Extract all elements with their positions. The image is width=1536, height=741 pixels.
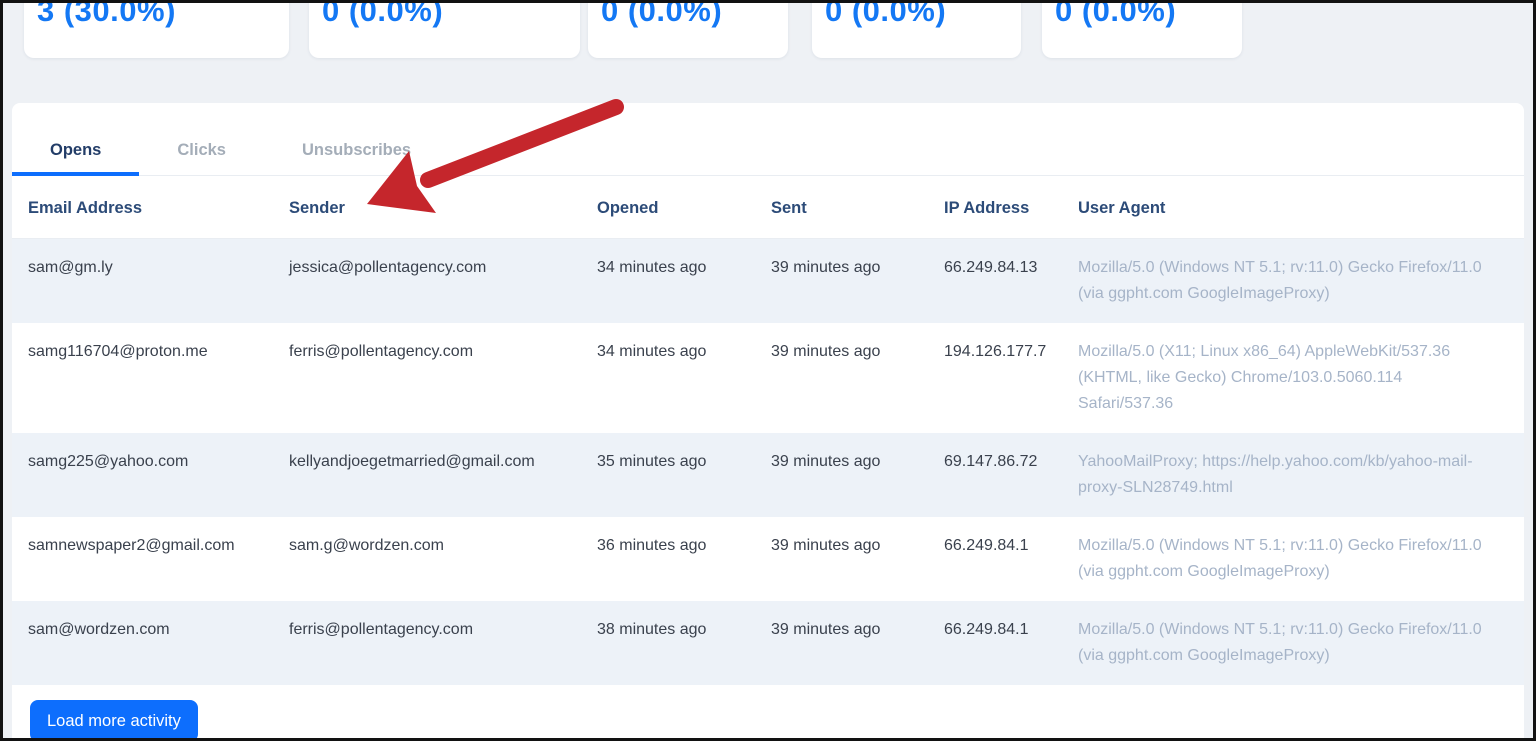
stat-card: 0 (0.0%) — [1042, 0, 1242, 58]
cell-ip: 69.147.86.72 — [944, 453, 1038, 470]
table-row: sam@gm.ly jessica@pollentagency.com 34 m… — [12, 239, 1524, 323]
cell-opened: 35 minutes ago — [597, 453, 707, 470]
cell-sender: kellyandjoegetmarried@gmail.com — [289, 453, 535, 470]
table-body: sam@gm.ly jessica@pollentagency.com 34 m… — [12, 239, 1524, 685]
cell-user-agent: Mozilla/5.0 (Windows NT 5.1; rv:11.0) Ge… — [1078, 537, 1482, 580]
cell-email: sam@gm.ly — [28, 259, 113, 276]
th-email-address: Email Address — [28, 199, 143, 217]
cell-sender: ferris@pollentagency.com — [289, 621, 474, 638]
cell-opened: 34 minutes ago — [597, 259, 707, 276]
activity-tabs: Opens Clicks Unsubscribes — [12, 103, 1524, 176]
cell-user-agent: Mozilla/5.0 (Windows NT 5.1; rv:11.0) Ge… — [1078, 259, 1482, 302]
stat-value: 0 (0.0%) — [1055, 0, 1177, 28]
activity-panel: Opens Clicks Unsubscribes Email Address … — [12, 103, 1524, 741]
stat-value: 0 (0.0%) — [825, 0, 947, 28]
table-row: sam@wordzen.com ferris@pollentagency.com… — [12, 601, 1524, 685]
cell-sent: 39 minutes ago — [771, 343, 881, 360]
cell-email: samg225@yahoo.com — [28, 453, 189, 470]
cell-email: samg116704@proton.me — [28, 343, 208, 360]
cell-sender: ferris@pollentagency.com — [289, 343, 474, 360]
tab-opens[interactable]: Opens — [12, 129, 140, 176]
cell-ip: 66.249.84.1 — [944, 621, 1029, 638]
stat-value: 0 (0.0%) — [601, 0, 723, 28]
tab-unsubscribes[interactable]: Unsubscribes — [264, 129, 449, 175]
stat-card: 3 (30.0%) — [24, 0, 289, 58]
cell-email: samnewspaper2@gmail.com — [28, 537, 235, 554]
cell-ip: 194.126.177.7 — [944, 343, 1047, 360]
cell-ip: 66.249.84.13 — [944, 259, 1038, 276]
cell-user-agent: Mozilla/5.0 (X11; Linux x86_64) AppleWeb… — [1078, 343, 1451, 412]
table-header-row: Email Address Sender Opened Sent IP Addr… — [12, 176, 1524, 239]
cell-sent: 39 minutes ago — [771, 259, 881, 276]
activity-table: Email Address Sender Opened Sent IP Addr… — [12, 176, 1524, 685]
th-sent: Sent — [771, 199, 807, 217]
th-ip-address: IP Address — [944, 199, 1030, 217]
cell-opened: 38 minutes ago — [597, 621, 707, 638]
cell-user-agent: Mozilla/5.0 (Windows NT 5.1; rv:11.0) Ge… — [1078, 621, 1482, 664]
cell-sent: 39 minutes ago — [771, 621, 881, 638]
th-user-agent: User Agent — [1078, 199, 1166, 217]
cell-sender: jessica@pollentagency.com — [289, 259, 487, 276]
cell-email: sam@wordzen.com — [28, 621, 170, 638]
cell-ip: 66.249.84.1 — [944, 537, 1029, 554]
cell-user-agent: YahooMailProxy; https://help.yahoo.com/k… — [1078, 453, 1473, 496]
table-row: samnewspaper2@gmail.com sam.g@wordzen.co… — [12, 517, 1524, 601]
page: 3 (30.0%) 0 (0.0%) 0 (0.0%) 0 (0.0%) 0 (… — [0, 0, 1536, 741]
stat-card: 0 (0.0%) — [309, 0, 580, 58]
cell-opened: 36 minutes ago — [597, 537, 707, 554]
th-sender: Sender — [289, 199, 345, 217]
th-opened: Opened — [597, 199, 659, 217]
cell-sent: 39 minutes ago — [771, 453, 881, 470]
table-row: samg225@yahoo.com kellyandjoegetmarried@… — [12, 433, 1524, 517]
tab-clicks[interactable]: Clicks — [139, 129, 264, 175]
cell-sent: 39 minutes ago — [771, 537, 881, 554]
stat-value: 0 (0.0%) — [322, 0, 444, 28]
cell-sender: sam.g@wordzen.com — [289, 537, 444, 554]
stat-card: 0 (0.0%) — [812, 0, 1021, 58]
table-row: samg116704@proton.me ferris@pollentagenc… — [12, 323, 1524, 433]
load-more-activity-button[interactable]: Load more activity — [30, 700, 198, 741]
stat-card: 0 (0.0%) — [588, 0, 788, 58]
stat-value: 3 (30.0%) — [37, 0, 176, 28]
cell-opened: 34 minutes ago — [597, 343, 707, 360]
